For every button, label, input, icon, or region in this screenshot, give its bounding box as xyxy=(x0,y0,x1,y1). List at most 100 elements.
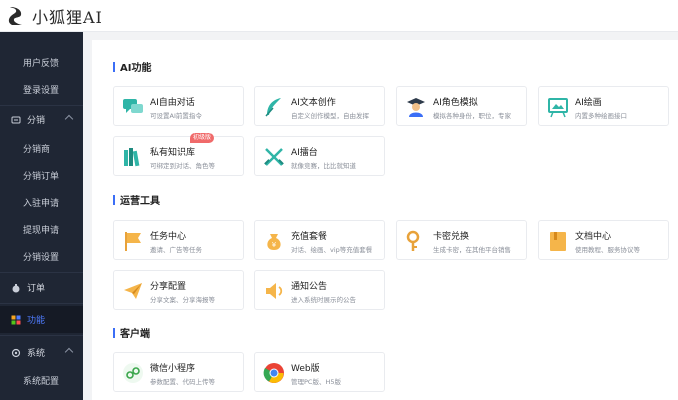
card-desc: 使用教程、服务协议等 xyxy=(575,246,640,254)
crossed-swords-icon xyxy=(264,148,284,166)
version-badge: 初级版 xyxy=(190,133,215,143)
graduate-avatar-icon xyxy=(407,98,425,117)
sidebar-divider xyxy=(0,335,83,336)
sidebar-item-label: 登录设置 xyxy=(23,86,60,96)
section-title-ops: 运营工具 xyxy=(113,192,160,207)
card-title: 通知公告 xyxy=(291,282,328,292)
top-bar: 小狐狸AI xyxy=(0,0,678,32)
money-bag-icon xyxy=(12,283,20,292)
feather-icon xyxy=(265,98,281,117)
card-title: AI角色模拟 xyxy=(433,98,478,108)
money-bag-icon: ¥ xyxy=(267,234,281,250)
sidebar: 用户反馈 登录设置 分销 分销商 分销订单 入驻申请 提现申请 分销设置 订单 … xyxy=(0,32,83,400)
apps-grid-icon xyxy=(11,315,21,324)
sidebar-item-distributors[interactable]: 分销商 xyxy=(0,135,83,162)
section-title-text: 运营工具 xyxy=(120,196,160,207)
section-title-text: 客户端 xyxy=(120,329,150,340)
card-ai-draw[interactable]: AI绘画 内置多种绘画接口 xyxy=(538,86,669,126)
card-title: 充值套餐 xyxy=(291,232,328,242)
chat-bubble-icon xyxy=(123,99,143,113)
sidebar-group-label: 系统 xyxy=(27,349,46,359)
card-share-config[interactable]: 分享配置 分享文案、分享海报等 xyxy=(113,270,244,310)
sidebar-item-label: 系统配置 xyxy=(23,377,60,387)
card-wechat-miniprogram[interactable]: 微信小程序 参数配置、代码上传等 xyxy=(113,352,244,392)
card-desc: 模拟各种身份，职位，专家 xyxy=(433,112,511,120)
chevron-up-icon xyxy=(64,114,74,124)
sidebar-item-system-config[interactable]: 系统配置 xyxy=(0,367,83,394)
card-docs-center[interactable]: 文档中心 使用教程、服务协议等 xyxy=(538,220,669,260)
svg-text:¥: ¥ xyxy=(272,241,277,249)
card-title: AI自由对话 xyxy=(150,98,195,108)
chrome-browser-icon xyxy=(263,363,284,383)
sidebar-item-label: 分销订单 xyxy=(23,172,60,182)
app-logo[interactable]: 小狐狸AI xyxy=(6,5,103,27)
sidebar-group-label: 订单 xyxy=(27,284,46,294)
card-ai-role[interactable]: AI角色模拟 模拟各种身份，职位，专家 xyxy=(396,86,527,126)
card-card-redeem[interactable]: 卡密兑换 生成卡密，在其他平台销售 xyxy=(396,220,527,260)
sidebar-item-withdraw-applications[interactable]: 提现申请 xyxy=(0,216,83,243)
section-accent-bar xyxy=(113,194,115,205)
card-desc: 就像竞赛，比比就知道 xyxy=(291,162,356,170)
sidebar-divider xyxy=(0,303,83,304)
app-logo-text: 小狐狸AI xyxy=(32,8,103,27)
section-accent-bar xyxy=(113,327,115,338)
chevron-up-icon xyxy=(64,347,74,357)
sidebar-group-system[interactable]: 系统 xyxy=(0,339,83,366)
card-desc: 对话、绘画、vip等充值套餐 xyxy=(291,246,373,254)
card-desc: 分享文案、分享海报等 xyxy=(150,296,215,304)
document-book-icon xyxy=(550,232,566,251)
sidebar-item-join-applications[interactable]: 入驻申请 xyxy=(0,189,83,216)
sidebar-group-orders[interactable]: 订单 xyxy=(0,274,83,301)
card-ai-chat[interactable]: AI自由对话 可设置AI前置指令 xyxy=(113,86,244,126)
section-accent-bar xyxy=(113,61,115,72)
card-notice[interactable]: 通知公告 进入系统时展示的公告 xyxy=(254,270,385,310)
card-desc: 自定义创作模型，自由发挥 xyxy=(291,112,369,120)
speaker-icon xyxy=(266,283,283,299)
card-title: Web版 xyxy=(291,364,320,374)
card-desc: 进入系统时展示的公告 xyxy=(291,296,356,304)
card-task-center[interactable]: 任务中心 邀请、广告等任务 xyxy=(113,220,244,260)
card-desc: 邀请、广告等任务 xyxy=(150,246,202,254)
card-title: AI文本创作 xyxy=(291,98,336,108)
sidebar-item-login-settings[interactable]: 登录设置 xyxy=(0,76,83,103)
sidebar-group-features[interactable]: 功能 xyxy=(0,306,83,333)
sidebar-item-distribution-settings[interactable]: 分销设置 xyxy=(0,243,83,270)
card-title: 分享配置 xyxy=(150,282,187,292)
key-icon xyxy=(406,230,420,251)
distribution-icon xyxy=(11,116,21,123)
card-desc: 内置多种绘画接口 xyxy=(575,112,627,120)
card-recharge[interactable]: ¥ 充值套餐 对话、绘画、vip等充值套餐 xyxy=(254,220,385,260)
card-ai-writing[interactable]: AI文本创作 自定义创作模型，自由发挥 xyxy=(254,86,385,126)
card-title: 私有知识库 xyxy=(150,148,196,158)
sidebar-item-label: 用户反馈 xyxy=(23,59,60,69)
flag-icon xyxy=(125,232,141,251)
card-title: 任务中心 xyxy=(150,232,187,242)
card-desc: 可绑定到对话、角色等 xyxy=(150,162,215,170)
sidebar-item-label: 分销商 xyxy=(23,145,51,155)
card-desc: 管理PC版、H5版 xyxy=(291,378,341,386)
fox-logo-icon xyxy=(8,7,22,25)
card-title: 微信小程序 xyxy=(150,364,196,374)
miniprogram-icon xyxy=(123,363,143,383)
sidebar-group-label: 分销 xyxy=(27,116,46,126)
sidebar-item-label: 提现申请 xyxy=(23,226,60,236)
sidebar-group-distribution[interactable]: 分销 xyxy=(0,106,83,133)
sidebar-item-label: 入驻申请 xyxy=(23,199,60,209)
sidebar-item-partial[interactable] xyxy=(0,32,83,45)
card-desc: 生成卡密，在其他平台销售 xyxy=(433,246,511,254)
sidebar-group-label: 功能 xyxy=(27,316,46,326)
sidebar-item-distribution-orders[interactable]: 分销订单 xyxy=(0,162,83,189)
card-web[interactable]: Web版 管理PC版、H5版 xyxy=(254,352,385,392)
sidebar-item-user-feedback[interactable]: 用户反馈 xyxy=(0,49,83,76)
card-desc: 参数配置、代码上传等 xyxy=(150,378,215,386)
card-desc: 可设置AI前置指令 xyxy=(150,112,202,120)
section-title-ai: AI功能 xyxy=(113,59,151,74)
card-ai-arena[interactable]: AI擂台 就像竞赛，比比就知道 xyxy=(254,136,385,176)
card-knowledge-base[interactable]: 私有知识库 可绑定到对话、角色等 初级版 xyxy=(113,133,244,176)
card-title: 卡密兑换 xyxy=(433,232,470,242)
books-icon xyxy=(124,148,140,167)
sidebar-divider xyxy=(0,272,83,273)
painting-easel-icon xyxy=(548,98,568,118)
card-title: AI绘画 xyxy=(575,98,602,108)
sidebar-item-label: 分销设置 xyxy=(23,253,60,263)
